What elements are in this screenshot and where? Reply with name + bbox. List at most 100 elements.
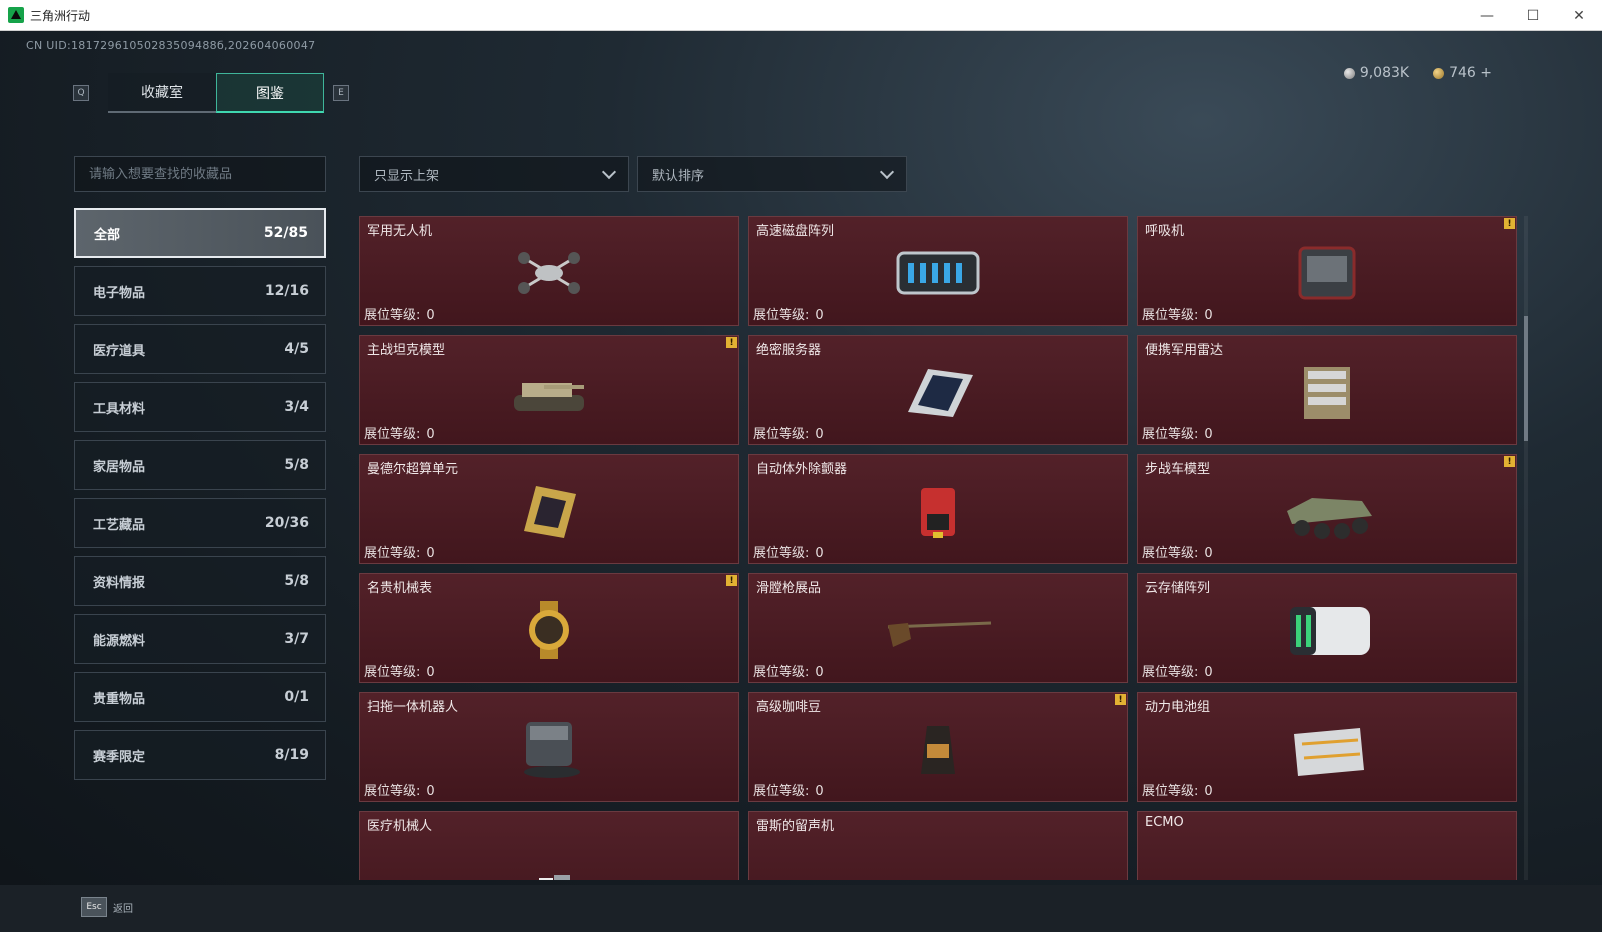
tab-catalog[interactable]: 图鉴 xyxy=(216,73,324,113)
chip-icon xyxy=(524,486,576,539)
sort-dropdown[interactable]: 默认排序 xyxy=(637,156,907,192)
category-item[interactable]: 贵重物品 0/1 xyxy=(74,672,326,722)
card-level-label: 展位等级: xyxy=(364,308,421,323)
grid-scrollbar-thumb[interactable] xyxy=(1524,316,1528,441)
card-level-value: 0 xyxy=(1204,308,1213,323)
card-level: 展位等级: 0 xyxy=(364,423,435,442)
collection-card[interactable]: 曼德尔超算单元 展位等级: 0 xyxy=(359,454,739,564)
card-title: 扫拖一体机器人 xyxy=(367,700,459,715)
category-item[interactable]: 医疗道具 4/5 xyxy=(74,324,326,374)
maximize-button[interactable]: ☐ xyxy=(1510,0,1556,31)
collection-card[interactable]: 高级咖啡豆! 展位等级: 0 xyxy=(748,692,1128,802)
currency-silver[interactable]: 9,083K xyxy=(1343,65,1409,81)
alert-flag-icon: ! xyxy=(726,337,737,348)
tab-prev-key-hint[interactable]: Q xyxy=(73,85,89,101)
back-button[interactable]: Esc 返回 xyxy=(81,897,133,917)
currency-gold-value: 746 + xyxy=(1449,65,1492,81)
category-item[interactable]: 赛季限定 8/19 xyxy=(74,730,326,780)
chevron-down-icon xyxy=(879,164,895,179)
card-level-label: 展位等级: xyxy=(753,784,810,799)
category-list: 全部 52/85 电子物品 12/16 医疗道具 4/5 工具材料 3/4 家居物品 5/8 工艺藏… xyxy=(74,208,326,788)
card-level-label: 展位等级: xyxy=(753,665,810,680)
drone-icon xyxy=(518,252,580,295)
card-title: 高级咖啡豆 xyxy=(756,700,822,715)
collection-card[interactable]: 呼吸机! 展位等级: 0 xyxy=(1137,216,1517,326)
card-level-label: 展位等级: xyxy=(1142,308,1199,323)
category-label: 医疗道具 xyxy=(93,343,146,359)
window-title: 三角洲行动 xyxy=(30,8,91,23)
card-level-label: 展位等级: xyxy=(753,546,810,561)
card-level: 展位等级: 0 xyxy=(1142,780,1213,799)
card-level-value: 0 xyxy=(426,427,435,442)
collection-card[interactable]: 便携军用雷达 展位等级: 0 xyxy=(1137,335,1517,445)
search-input[interactable] xyxy=(74,156,326,192)
collection-card[interactable]: 主战坦克模型! 展位等级: 0 xyxy=(359,335,739,445)
close-button[interactable]: ✕ xyxy=(1556,0,1602,31)
card-level: 展位等级: 0 xyxy=(753,661,824,680)
esc-key-hint: Esc xyxy=(81,897,107,917)
card-title: 绝密服务器 xyxy=(756,343,822,358)
card-level-label: 展位等级: xyxy=(753,427,810,442)
server-icon xyxy=(908,369,973,418)
card-level-value: 0 xyxy=(426,308,435,323)
card-level: 展位等级: 0 xyxy=(1142,423,1213,442)
game-viewport: CN UID:18172961050283509488б,20260406004… xyxy=(0,31,1602,932)
item-grid: 军用无人机 展位等级: 0 高速磁盘阵列 展位等级: 0 呼吸机! 展位等级: 0 主战坦克模型!… xyxy=(359,216,1519,880)
card-title: 军用无人机 xyxy=(367,224,433,239)
tab-collection-room[interactable]: 收藏室 xyxy=(108,73,216,113)
window-titlebar: 三角洲行动 — ☐ ✕ xyxy=(0,0,1602,31)
ecmo-icon xyxy=(1272,833,1382,880)
card-level-label: 展位等级: xyxy=(1142,665,1199,680)
minimize-button[interactable]: — xyxy=(1464,0,1510,31)
collection-card[interactable]: 扫拖一体机器人展位等级: 0 xyxy=(359,692,739,802)
card-level-label: 展位等级: xyxy=(364,427,421,442)
category-label: 赛季限定 xyxy=(93,749,146,765)
tab-bar: 收藏室 图鉴 xyxy=(108,73,324,113)
card-level-value: 0 xyxy=(815,665,824,680)
category-item[interactable]: 电子物品 12/16 xyxy=(74,266,326,316)
category-label: 工具材料 xyxy=(93,401,146,417)
currency-bar: 9,083K 746 + xyxy=(1343,65,1492,81)
tab-next-key-hint[interactable]: E xyxy=(333,85,349,101)
collection-card[interactable]: 步战车模型! 展位等级: 0 xyxy=(1137,454,1517,564)
card-level: 展位等级: 0 xyxy=(753,423,824,442)
collection-card[interactable]: 高速磁盘阵列 展位等级: 0 xyxy=(748,216,1128,326)
filter-dropdown[interactable]: 只显示上架 xyxy=(359,156,629,192)
card-title: 自动体外除颤器 xyxy=(756,462,848,477)
collection-card[interactable]: 医疗机械人展位等级:0 xyxy=(359,811,739,880)
card-level: 展位等级: 0 xyxy=(753,304,824,323)
card-level-label: 展位等级: xyxy=(753,308,810,323)
ventilator-icon xyxy=(1298,246,1356,300)
card-level-value: 0 xyxy=(815,308,824,323)
card-level-value: 0 xyxy=(426,665,435,680)
category-label: 工艺藏品 xyxy=(93,517,146,533)
card-title: 步战车模型 xyxy=(1145,462,1211,477)
card-level-value: 0 xyxy=(815,784,824,799)
collection-card[interactable]: 滑膛枪展品 展位等级: 0 xyxy=(748,573,1128,683)
collection-card[interactable]: 自动体外除颤器 展位等级: 0 xyxy=(748,454,1128,564)
card-title: 云存储阵列 xyxy=(1145,581,1211,596)
collection-card[interactable]: 动力电池组展位等级: 0 xyxy=(1137,692,1517,802)
category-label: 电子物品 xyxy=(93,285,146,301)
category-item[interactable]: 工艺藏品 20/36 xyxy=(74,498,326,548)
footer-bar: Esc 返回 xyxy=(0,885,1602,932)
category-count: 3/4 xyxy=(284,399,309,415)
card-level: 展位等级: 0 xyxy=(364,780,435,799)
category-item[interactable]: 家居物品 5/8 xyxy=(74,440,326,490)
grid-scrollbar[interactable] xyxy=(1524,216,1528,880)
collection-card[interactable]: ECMO展位等级:0 xyxy=(1137,811,1517,880)
category-item[interactable]: 工具材料 3/4 xyxy=(74,382,326,432)
collection-card[interactable]: 名贵机械表! 展位等级: 0 xyxy=(359,573,739,683)
collection-card[interactable]: 雷斯的留声机展位等级:0 xyxy=(748,811,1128,880)
collection-card[interactable]: 绝密服务器展位等级: 0 xyxy=(748,335,1128,445)
collection-card[interactable]: 云存储阵列 展位等级: 0 xyxy=(1137,573,1517,683)
card-level-label: 展位等级: xyxy=(1142,546,1199,561)
category-item[interactable]: 资料情报 5/8 xyxy=(74,556,326,606)
category-label: 资料情报 xyxy=(93,575,146,591)
card-title: 动力电池组 xyxy=(1145,700,1211,715)
radar-icon xyxy=(1304,367,1350,420)
collection-card[interactable]: 军用无人机展位等级: 0 xyxy=(359,216,739,326)
currency-gold[interactable]: 746 + xyxy=(1433,65,1492,81)
category-item[interactable]: 能源燃料 3/7 xyxy=(74,614,326,664)
category-item[interactable]: 全部 52/85 xyxy=(74,208,326,258)
